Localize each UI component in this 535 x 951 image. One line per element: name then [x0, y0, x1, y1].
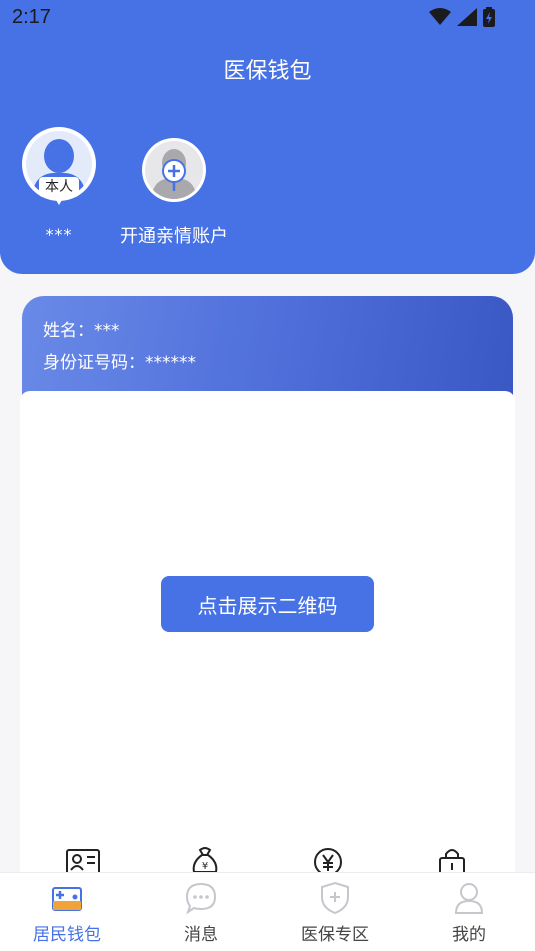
account-name: *** — [45, 225, 73, 244]
add-family-label: 开通亲情账户 — [120, 226, 228, 247]
account-add-family[interactable]: 开通亲情账户 — [116, 138, 232, 248]
tab-label: 消息 — [184, 925, 218, 945]
account-self[interactable]: 本人 *** — [20, 127, 98, 244]
self-badge: 本人 — [39, 177, 79, 197]
tab-resident-wallet[interactable]: 居民钱包 — [0, 873, 134, 951]
status-bar: 2:17 — [0, 0, 535, 36]
battery-icon — [483, 7, 495, 27]
page-title: 医保钱包 — [223, 59, 312, 84]
status-time: 2:17 — [12, 6, 51, 28]
wallet-icon — [52, 887, 82, 911]
bottom-tab-bar: 居民钱包 消息 医保专区 我的 — [0, 872, 535, 951]
wallet-card-header: 姓名：*** 身份证号码：****** — [22, 296, 513, 406]
header: 2:17 医保钱包 本人 *** 开通亲情账户 — [0, 0, 535, 274]
tab-messages[interactable]: 消息 — [134, 873, 268, 951]
signal-icon — [457, 8, 477, 26]
svg-text:¥: ¥ — [202, 861, 208, 872]
tab-label: 我的 — [452, 925, 486, 945]
wallet-card-body — [20, 391, 515, 891]
tab-label: 居民钱包 — [33, 925, 101, 945]
shield-plus-icon — [321, 881, 349, 915]
id-number-label: 身份证号码：****** — [43, 353, 196, 373]
status-icons — [429, 7, 495, 27]
name-label: 姓名：*** — [43, 321, 120, 341]
tab-medical-insurance-zone[interactable]: 医保专区 — [268, 873, 402, 951]
message-icon — [185, 882, 217, 915]
tab-mine[interactable]: 我的 — [402, 873, 535, 951]
wifi-icon — [429, 8, 451, 25]
avatar[interactable]: 本人 — [22, 127, 96, 205]
selected-pointer — [53, 195, 65, 205]
add-family-avatar[interactable] — [142, 138, 206, 202]
show-qr-code-button[interactable]: 点击展示二维码 — [161, 576, 374, 632]
user-icon — [454, 883, 484, 914]
add-person-icon — [145, 141, 203, 199]
tab-label: 医保专区 — [301, 925, 369, 945]
